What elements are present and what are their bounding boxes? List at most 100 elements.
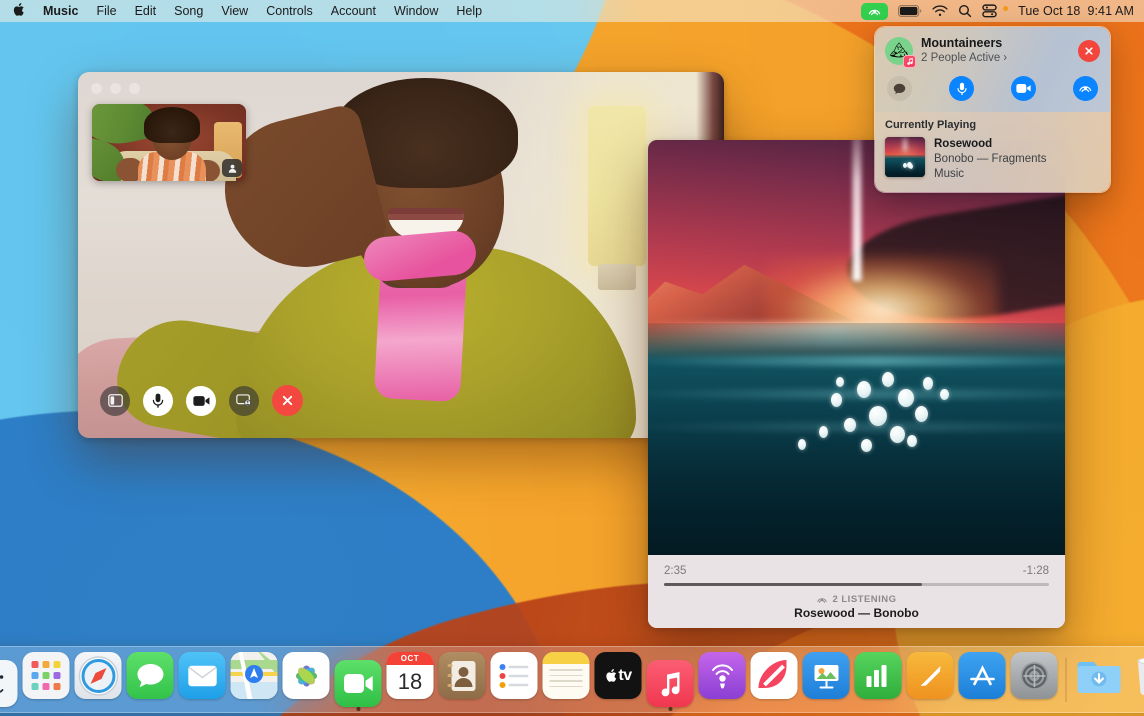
- menu-bar-date: Tue Oct 18: [1018, 4, 1080, 18]
- listening-status: 2 LISTENING: [664, 594, 1049, 605]
- control-center-alert-dot: [1003, 6, 1008, 11]
- camera-button[interactable]: [186, 386, 216, 416]
- share-screen-button[interactable]: [229, 386, 259, 416]
- microphone-icon: [957, 82, 967, 96]
- window-traffic-lights[interactable]: [91, 83, 140, 94]
- now-playing-title: Rosewood — Bonobo: [664, 606, 1049, 620]
- dock-item-music[interactable]: [647, 660, 694, 707]
- menu-item-help[interactable]: Help: [447, 0, 491, 22]
- dock-item-calendar[interactable]: OCT 18: [387, 652, 434, 707]
- dock-item-pages[interactable]: [907, 652, 954, 707]
- music-player-window[interactable]: 2:35 -1:28 2 LISTENING Rosewood — Bonobo: [648, 140, 1065, 628]
- apple-menu-icon[interactable]: [8, 2, 34, 19]
- dock-divider: [1066, 658, 1067, 702]
- track-artist-album: Bonobo — Fragments: [934, 152, 1047, 167]
- shareplay-popover-header: 🏔 Mountaineers 2 People Active ›: [875, 27, 1110, 112]
- dock-item-keynote[interactable]: [803, 652, 850, 707]
- dock-item-mail[interactable]: [179, 652, 226, 707]
- menu-bar-time: 9:41 AM: [1087, 4, 1134, 18]
- dock-item-news[interactable]: [751, 652, 798, 707]
- dock-item-downloads[interactable]: [1075, 652, 1122, 707]
- menu-item-song[interactable]: Song: [165, 0, 212, 22]
- calendar-day-label: 18: [398, 665, 422, 699]
- remaining-time: -1:28: [1023, 565, 1049, 577]
- gear-icon: [1017, 659, 1051, 693]
- facetime-window[interactable]: [78, 72, 724, 438]
- track-source-app: Music: [934, 167, 1047, 182]
- shareplay-people-active[interactable]: 2 People Active ›: [921, 51, 1070, 65]
- menu-item-view[interactable]: View: [212, 0, 257, 22]
- dock-item-numbers[interactable]: [855, 652, 902, 707]
- control-center-icon[interactable]: [982, 4, 997, 18]
- dock-item-photos[interactable]: [283, 652, 330, 707]
- dock-item-contacts[interactable]: [439, 652, 486, 707]
- shareplay-button[interactable]: [1073, 76, 1098, 101]
- battery-icon[interactable]: [898, 5, 922, 17]
- currently-playing-heading: Currently Playing: [885, 119, 1100, 131]
- wifi-icon[interactable]: [932, 5, 948, 17]
- currently-playing-section: Currently Playing Rosewood Bonobo — Frag…: [875, 112, 1110, 192]
- facetime-call-controls: [100, 385, 303, 416]
- dock-item-reminders[interactable]: [491, 652, 538, 707]
- music-player-footer: 2:35 -1:28 2 LISTENING Rosewood — Bonobo: [648, 555, 1065, 628]
- close-shareplay-button[interactable]: [1078, 40, 1100, 62]
- menu-item-window[interactable]: Window: [385, 0, 447, 22]
- people-active-label: 2 People Active: [921, 51, 1000, 65]
- zoom-window-button[interactable]: [129, 83, 140, 94]
- menu-bar: Music File Edit Song View Controls Accou…: [0, 0, 1144, 22]
- dock-item-podcasts[interactable]: [699, 652, 746, 707]
- minimize-window-button[interactable]: [110, 83, 121, 94]
- elapsed-time: 2:35: [664, 565, 686, 577]
- music-note-icon: [903, 55, 916, 68]
- mute-button[interactable]: [143, 386, 173, 416]
- close-window-button[interactable]: [91, 83, 102, 94]
- dock-item-launchpad[interactable]: [23, 652, 70, 707]
- playback-times: 2:35 -1:28: [664, 565, 1049, 577]
- listening-count-label: 2 LISTENING: [832, 594, 896, 605]
- dock: OCT 18: [0, 646, 1144, 713]
- calendar-month-label: OCT: [387, 652, 434, 665]
- search-icon[interactable]: [958, 4, 972, 18]
- album-artwork-thumbnail: [885, 137, 925, 177]
- shareplay-action-buttons: [885, 76, 1100, 101]
- dock-item-notes[interactable]: [543, 652, 590, 707]
- dock-item-system-settings[interactable]: [1011, 652, 1058, 707]
- desktop-screen: Music File Edit Song View Controls Accou…: [0, 0, 1144, 716]
- dock-item-finder[interactable]: [0, 660, 18, 707]
- close-x-icon: [1084, 46, 1094, 56]
- end-call-button[interactable]: [272, 385, 303, 416]
- album-artwork-rosewood: [648, 140, 1065, 555]
- menu-item-music[interactable]: Music: [34, 0, 87, 22]
- menu-item-controls[interactable]: Controls: [257, 0, 322, 22]
- dock-item-maps[interactable]: [231, 652, 278, 707]
- menu-item-file[interactable]: File: [87, 0, 125, 22]
- chevron-right-icon: ›: [1003, 51, 1007, 65]
- menu-item-edit[interactable]: Edit: [126, 0, 166, 22]
- facetime-self-view-pip[interactable]: [92, 104, 246, 181]
- video-button[interactable]: [1011, 76, 1036, 101]
- shareplay-icon: [816, 595, 828, 605]
- menu-bar-status-area: Tue Oct 18 9:41 AM: [861, 3, 1138, 20]
- shareplay-popover[interactable]: 🏔 Mountaineers 2 People Active ›: [874, 26, 1111, 193]
- shareplay-status-icon[interactable]: [861, 3, 888, 20]
- list-item[interactable]: Rosewood Bonobo — Fragments Music: [885, 137, 1100, 182]
- dock-item-appletv[interactable]: tv: [595, 652, 642, 707]
- menu-item-account[interactable]: Account: [322, 0, 385, 22]
- dock-item-safari[interactable]: [75, 652, 122, 707]
- dock-item-trash[interactable]: [1127, 652, 1144, 707]
- playback-scrubber[interactable]: [664, 583, 1049, 586]
- dock-item-facetime[interactable]: [335, 660, 382, 707]
- track-title: Rosewood: [934, 137, 1047, 152]
- shareplay-group-name: Mountaineers: [921, 36, 1070, 51]
- chat-bubble-icon: [893, 83, 906, 95]
- menu-bar-clock[interactable]: Tue Oct 18 9:41 AM: [1018, 4, 1134, 18]
- avatar: 🏔: [885, 37, 913, 65]
- microphone-button[interactable]: [949, 76, 974, 101]
- video-camera-icon: [1016, 83, 1031, 94]
- person-badge-icon[interactable]: [222, 159, 242, 177]
- dock-item-messages[interactable]: [127, 652, 174, 707]
- shareplay-icon: [1078, 82, 1093, 95]
- sidebar-toggle-button[interactable]: [100, 386, 130, 416]
- dock-item-appstore[interactable]: [959, 652, 1006, 707]
- messages-button[interactable]: [887, 76, 912, 101]
